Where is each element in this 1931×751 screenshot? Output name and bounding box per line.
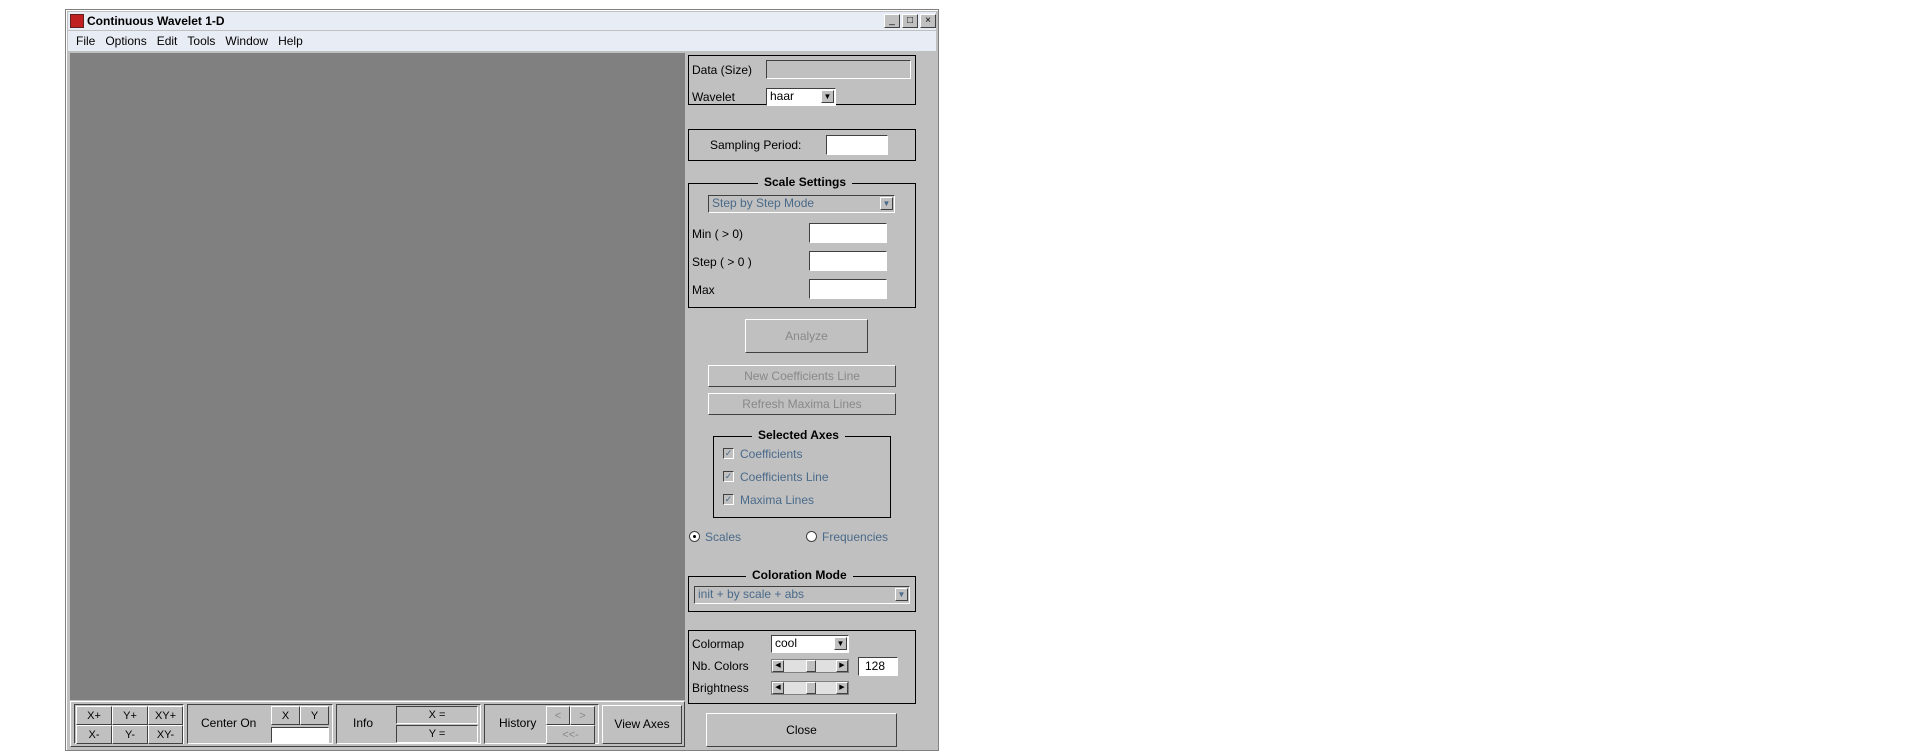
center-on-input[interactable] bbox=[271, 727, 329, 743]
window-title: Continuous Wavelet 1-D bbox=[87, 14, 225, 28]
right-arrow-icon[interactable]: ▶ bbox=[836, 682, 848, 694]
scales-radio[interactable] bbox=[689, 531, 700, 542]
center-on-label: Center On bbox=[201, 716, 257, 730]
bottom-toolbar: X+ Y+ XY+ X- Y- XY- Center On X Y Info X… bbox=[70, 701, 685, 747]
title-bar: Continuous Wavelet 1-D _ □ × bbox=[68, 12, 936, 30]
coefficients-checkbox[interactable]: ✓ bbox=[723, 448, 734, 459]
menu-options[interactable]: Options bbox=[105, 34, 146, 48]
center-y-button[interactable]: Y bbox=[300, 706, 329, 725]
colormap-label: Colormap bbox=[692, 637, 745, 651]
wavelet-label: Wavelet bbox=[692, 90, 735, 104]
min-scale-input[interactable] bbox=[809, 223, 887, 243]
nb-colors-slider[interactable]: ◀ ▶ bbox=[771, 659, 849, 673]
selected-axes-title: Selected Axes bbox=[752, 428, 845, 442]
wavelet-select[interactable]: haar ▼ bbox=[766, 88, 836, 106]
chevron-down-icon: ▼ bbox=[821, 90, 834, 103]
view-axes-button[interactable]: View Axes bbox=[602, 705, 682, 744]
maxima-lines-checkbox[interactable]: ✓ bbox=[723, 494, 734, 505]
close-button[interactable]: Close bbox=[706, 713, 897, 747]
coloration-mode-title: Coloration Mode bbox=[746, 568, 853, 582]
coloration-mode-select[interactable]: init + by scale + abs ▼ bbox=[694, 586, 910, 604]
info-label: Info bbox=[353, 716, 374, 730]
slider-thumb[interactable] bbox=[806, 660, 816, 672]
center-x-button[interactable]: X bbox=[271, 706, 300, 725]
chevron-down-icon: ▼ bbox=[895, 588, 908, 601]
colormap-select[interactable]: cool ▼ bbox=[771, 635, 849, 653]
menu-window[interactable]: Window bbox=[225, 34, 268, 48]
nb-colors-label: Nb. Colors bbox=[692, 659, 749, 673]
x-readout: X = bbox=[396, 706, 478, 724]
history-prev-button[interactable]: < bbox=[546, 706, 570, 725]
zoom-x-plus-button[interactable]: X+ bbox=[76, 706, 112, 725]
scales-label: Scales bbox=[705, 530, 742, 544]
wavelet-value: haar bbox=[770, 89, 795, 103]
zoom-xy-plus-button[interactable]: XY+ bbox=[148, 706, 183, 725]
colormap-value: cool bbox=[775, 636, 798, 650]
slider-thumb[interactable] bbox=[806, 682, 816, 694]
menu-file[interactable]: File bbox=[76, 34, 95, 48]
step-scale-input[interactable] bbox=[809, 251, 887, 271]
chevron-down-icon: ▼ bbox=[834, 637, 847, 650]
refresh-maxima-lines-button[interactable]: Refresh Maxima Lines bbox=[708, 393, 896, 415]
scale-mode-value: Step by Step Mode bbox=[712, 196, 815, 210]
new-coefficients-line-button[interactable]: New Coefficients Line bbox=[708, 365, 896, 387]
max-label: Max bbox=[692, 283, 715, 297]
brightness-slider[interactable]: ◀ ▶ bbox=[771, 681, 849, 695]
main-window: Continuous Wavelet 1-D _ □ × File Option… bbox=[65, 9, 939, 751]
frequencies-label: Frequencies bbox=[822, 530, 889, 544]
control-panel: Data (Size) Wavelet haar ▼ Sampling Peri… bbox=[686, 53, 936, 747]
coefficients-line-label: Coefficients Line bbox=[740, 470, 829, 484]
coloration-mode-value: init + by scale + abs bbox=[698, 587, 805, 601]
menu-bar: File Options Edit Tools Window Help bbox=[68, 31, 936, 51]
menu-tools[interactable]: Tools bbox=[187, 34, 215, 48]
sampling-period-input[interactable] bbox=[826, 135, 888, 155]
zoom-y-minus-button[interactable]: Y- bbox=[112, 725, 148, 744]
matlab-icon bbox=[70, 14, 84, 28]
zoom-xy-minus-button[interactable]: XY- bbox=[148, 725, 183, 744]
coefficients-label: Coefficients bbox=[740, 447, 803, 461]
sampling-period-label: Sampling Period: bbox=[710, 138, 802, 152]
scale-mode-select[interactable]: Step by Step Mode ▼ bbox=[708, 195, 895, 213]
nb-colors-input[interactable]: 128 bbox=[858, 657, 898, 676]
left-arrow-icon[interactable]: ◀ bbox=[772, 660, 784, 672]
zoom-x-minus-button[interactable]: X- bbox=[76, 725, 112, 744]
coefficients-line-checkbox[interactable]: ✓ bbox=[723, 471, 734, 482]
menu-help[interactable]: Help bbox=[278, 34, 303, 48]
data-size-field bbox=[766, 60, 911, 79]
min-label: Min ( > 0) bbox=[692, 227, 744, 241]
menu-edit[interactable]: Edit bbox=[157, 34, 178, 48]
close-window-button[interactable]: × bbox=[920, 14, 936, 28]
frequencies-radio[interactable] bbox=[806, 531, 817, 542]
data-size-label: Data (Size) bbox=[692, 63, 753, 77]
minimize-button[interactable]: _ bbox=[884, 14, 900, 28]
zoom-y-plus-button[interactable]: Y+ bbox=[112, 706, 148, 725]
scale-settings-title: Scale Settings bbox=[758, 175, 853, 189]
left-arrow-icon[interactable]: ◀ bbox=[772, 682, 784, 694]
maxima-lines-label: Maxima Lines bbox=[740, 493, 815, 507]
right-arrow-icon[interactable]: ▶ bbox=[836, 660, 848, 672]
history-next-button[interactable]: > bbox=[570, 706, 595, 725]
brightness-label: Brightness bbox=[692, 681, 749, 695]
plot-area bbox=[70, 53, 685, 700]
step-label: Step ( > 0 ) bbox=[692, 255, 752, 269]
y-readout: Y = bbox=[396, 725, 478, 743]
max-scale-input[interactable] bbox=[809, 279, 887, 299]
analyze-button[interactable]: Analyze bbox=[745, 319, 868, 353]
chevron-down-icon: ▼ bbox=[880, 197, 893, 210]
history-first-button[interactable]: <<- bbox=[546, 725, 595, 744]
maximize-button[interactable]: □ bbox=[902, 14, 918, 28]
history-label: History bbox=[499, 716, 537, 730]
